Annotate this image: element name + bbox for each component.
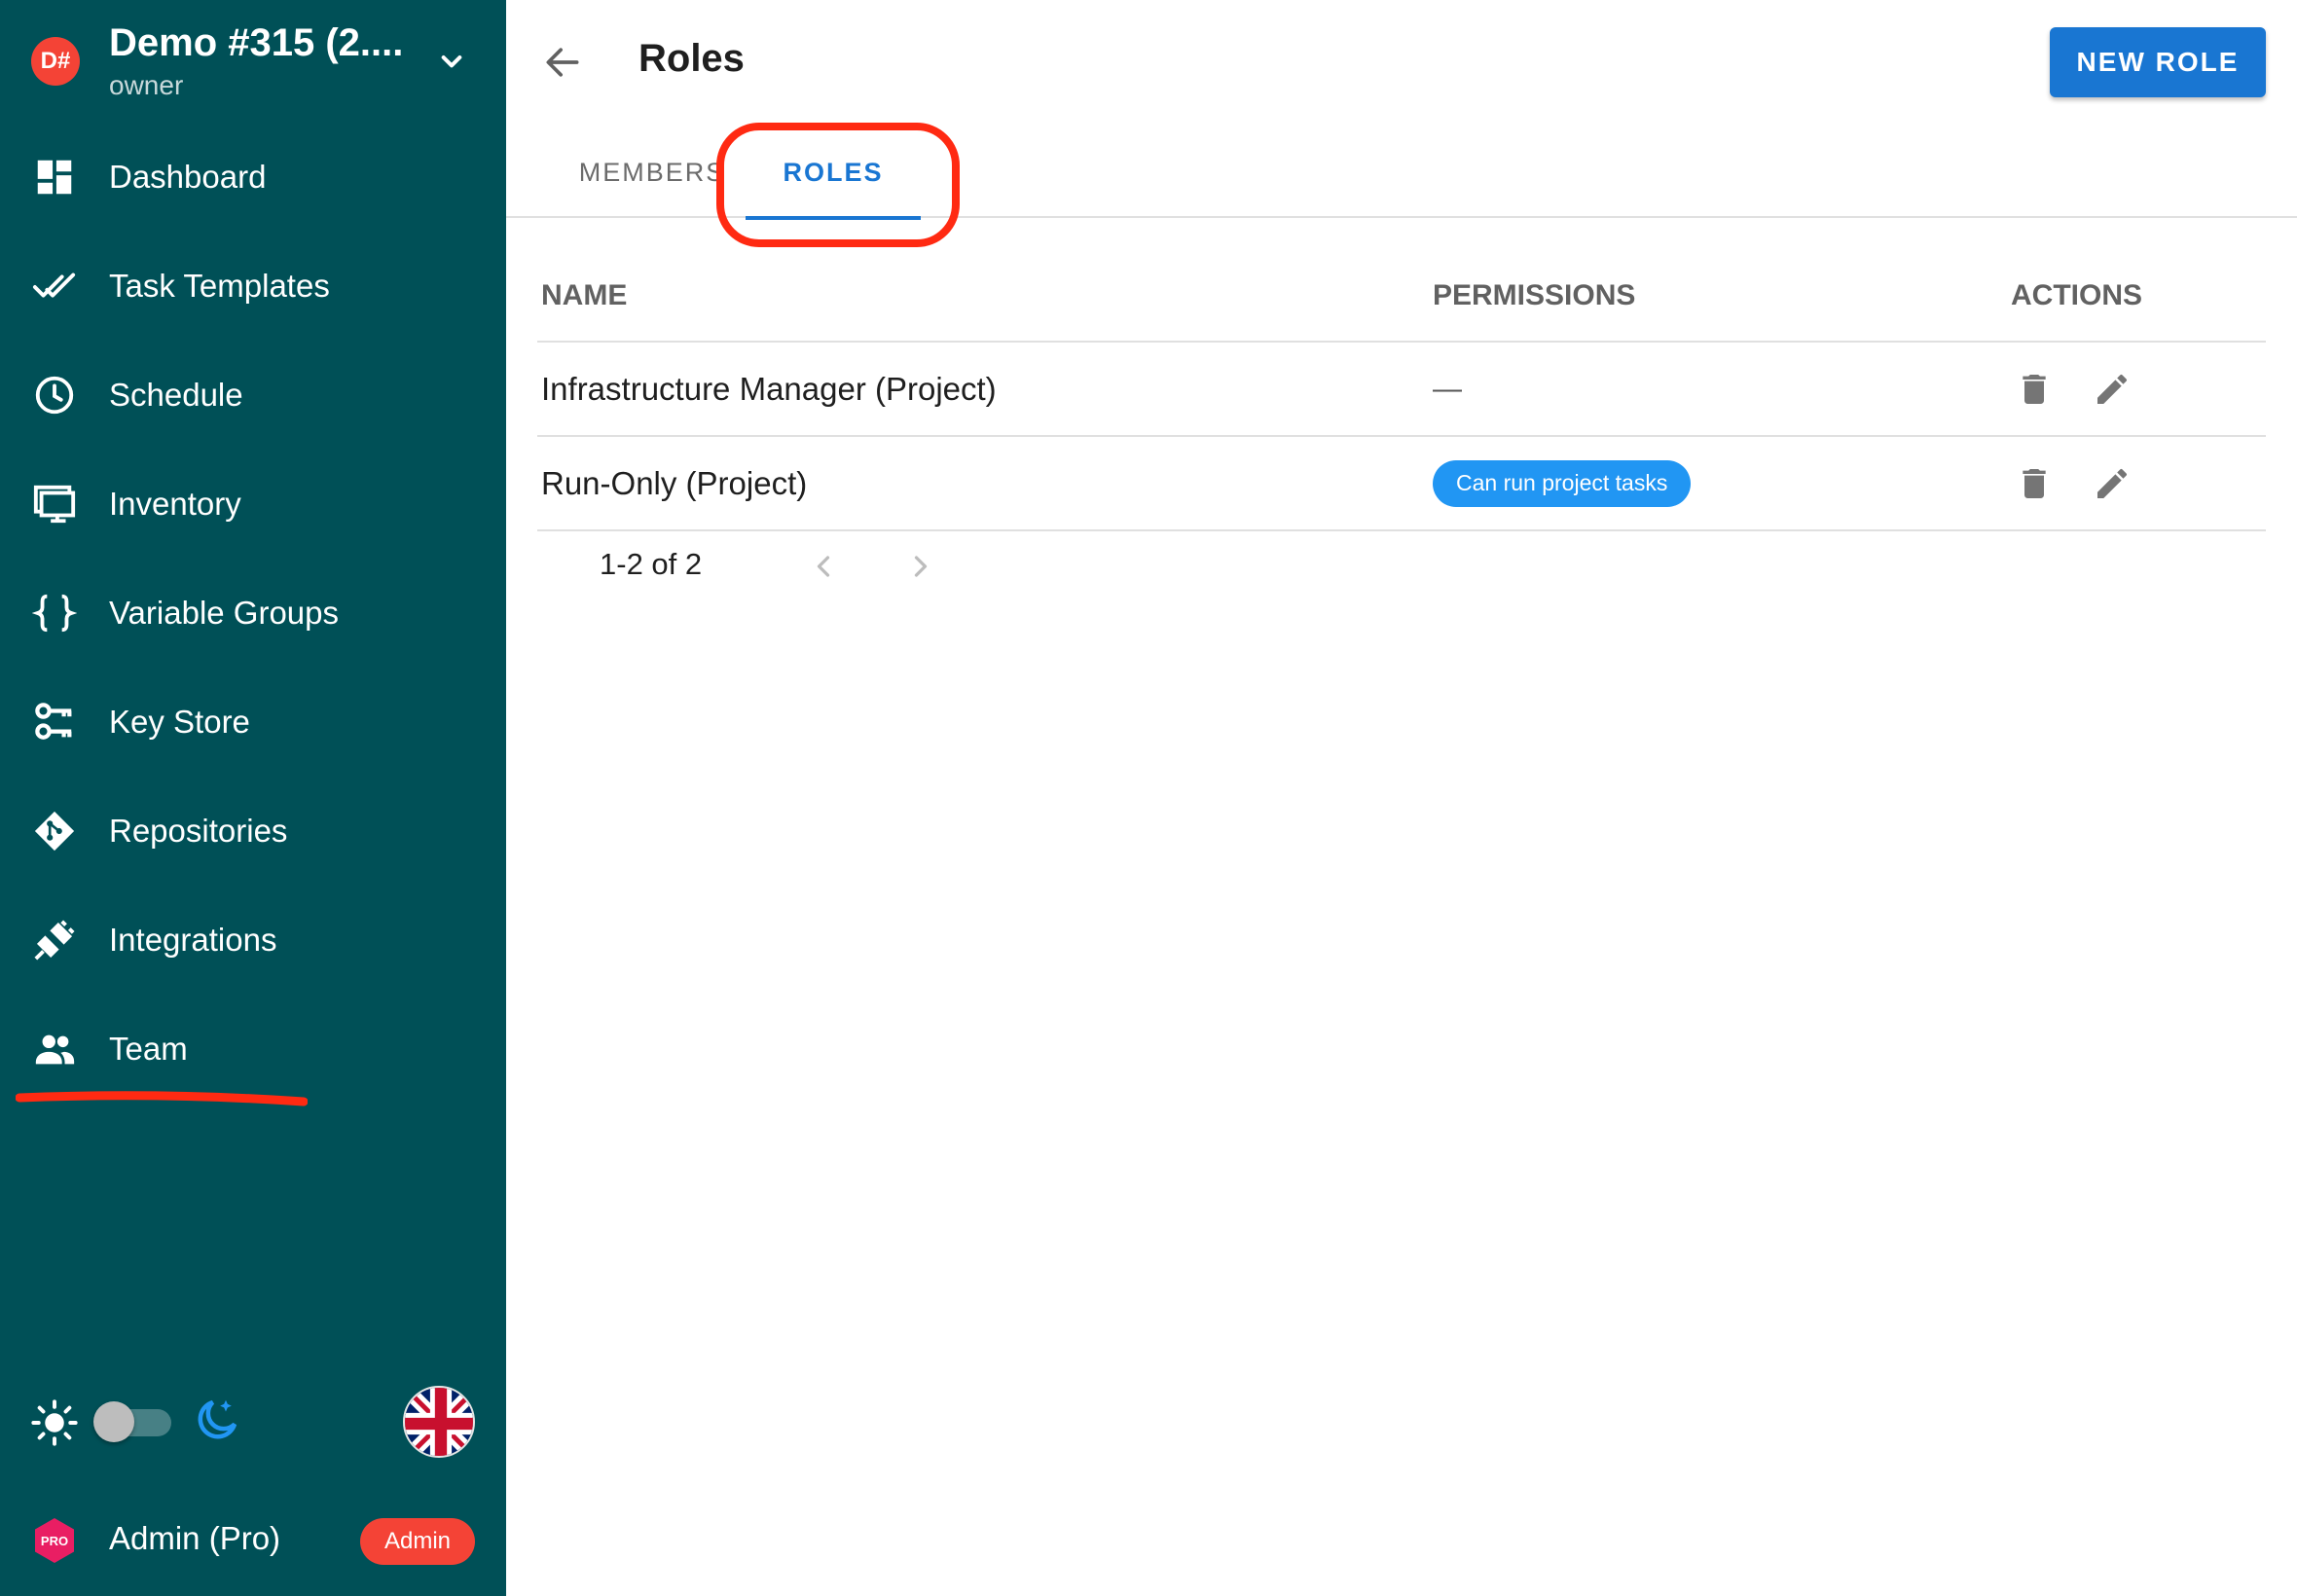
role-name: Run-Only (Project)	[541, 464, 808, 501]
roles-table: NAME PERMISSIONS ACTIONS Infrastructure …	[537, 249, 2266, 531]
clock-icon	[29, 370, 80, 420]
project-role: owner	[109, 70, 184, 100]
plug-icon	[29, 915, 80, 965]
nav-label: Schedule	[109, 377, 243, 413]
nav-label: Integrations	[109, 922, 277, 958]
pro-badge-text: PRO	[41, 1534, 68, 1548]
role-permissions: —	[1433, 343, 1462, 435]
pagination-text: 1-2 of 2	[600, 547, 703, 581]
project-switcher[interactable]: D# Demo #315 (2.... owner	[0, 0, 506, 125]
nav-item-integrations[interactable]: Integrations	[0, 891, 506, 989]
new-role-button[interactable]: NEW ROLE	[2050, 27, 2266, 97]
nav-label: Inventory	[109, 486, 241, 522]
permissions-empty: —	[1433, 372, 1462, 405]
nav-label: Variable Groups	[109, 595, 340, 631]
nav-item-dashboard[interactable]: Dashboard	[0, 128, 506, 226]
key-icon	[29, 697, 80, 747]
monitor-icon	[29, 479, 80, 529]
main-content: Roles NEW ROLE MEMBERS ROLES NAME PERMIS…	[506, 0, 2297, 1596]
trash-icon	[2023, 469, 2046, 498]
pencil-icon	[2097, 374, 2127, 404]
table-header: NAME PERMISSIONS ACTIONS	[537, 249, 2266, 343]
sidebar: D# Demo #315 (2.... owner Dashboard Task…	[0, 0, 506, 1596]
delete-button[interactable]	[2011, 460, 2058, 507]
pencil-icon	[2097, 468, 2127, 498]
column-header-actions: ACTIONS	[2011, 279, 2142, 311]
nav-label: Dashboard	[109, 159, 267, 195]
delete-button[interactable]	[2011, 366, 2058, 413]
user-name[interactable]: Admin (Pro)	[109, 1520, 280, 1557]
theme-toggle-knob[interactable]	[93, 1401, 134, 1442]
column-header-permissions: PERMISSIONS	[1433, 279, 1636, 311]
back-button[interactable]	[535, 35, 590, 90]
project-name: Demo #315 (2....	[109, 21, 404, 64]
roles-tab-highlight-annotation	[716, 123, 960, 247]
nav-label: Team	[109, 1031, 188, 1067]
nav-item-team[interactable]: Team	[0, 1000, 506, 1098]
previous-page-button[interactable]	[802, 545, 845, 588]
code-braces-icon	[29, 588, 80, 638]
nav-label: Key Store	[109, 704, 250, 740]
dashboard-icon	[29, 152, 80, 202]
done-all-icon	[29, 261, 80, 311]
nav-item-variable-groups[interactable]: Variable Groups	[0, 564, 506, 662]
role-name: Infrastructure Manager (Project)	[541, 370, 997, 407]
team-icon	[29, 1024, 80, 1074]
next-page-button[interactable]	[899, 545, 942, 588]
nav-item-key-store[interactable]: Key Store	[0, 673, 506, 771]
chevron-right-icon	[914, 556, 928, 577]
project-avatar: D#	[31, 37, 80, 86]
sun-icon	[29, 1397, 80, 1448]
table-row: Run-Only (Project) Can run project tasks	[537, 437, 2266, 531]
team-underline-annotation	[16, 1091, 308, 1106]
nav-item-task-templates[interactable]: Task Templates	[0, 237, 506, 335]
table-row: Infrastructure Manager (Project) —	[537, 343, 2266, 437]
column-header-name[interactable]: NAME	[541, 249, 627, 343]
nav-label: Repositories	[109, 813, 288, 849]
pro-badge-icon: PRO	[31, 1516, 78, 1565]
edit-button[interactable]	[2089, 460, 2135, 507]
page-title: Roles	[638, 37, 745, 80]
arrow-left-icon	[546, 48, 579, 77]
chevron-left-icon	[817, 556, 830, 577]
edit-button[interactable]	[2089, 366, 2135, 413]
language-flag-icon[interactable]	[403, 1386, 475, 1458]
admin-chip: Admin	[360, 1518, 475, 1565]
git-icon	[29, 806, 80, 856]
permission-chip: Can run project tasks	[1433, 459, 1692, 507]
chevron-down-icon[interactable]	[432, 43, 471, 82]
moon-icon	[191, 1394, 243, 1446]
pagination: 1-2 of 2	[537, 531, 1024, 599]
nav-label: Task Templates	[109, 268, 330, 304]
nav-item-inventory[interactable]: Inventory	[0, 455, 506, 553]
role-permissions: Can run project tasks	[1433, 437, 1692, 529]
nav-item-repositories[interactable]: Repositories	[0, 782, 506, 880]
nav-item-schedule[interactable]: Schedule	[0, 346, 506, 444]
trash-icon	[2023, 375, 2046, 404]
